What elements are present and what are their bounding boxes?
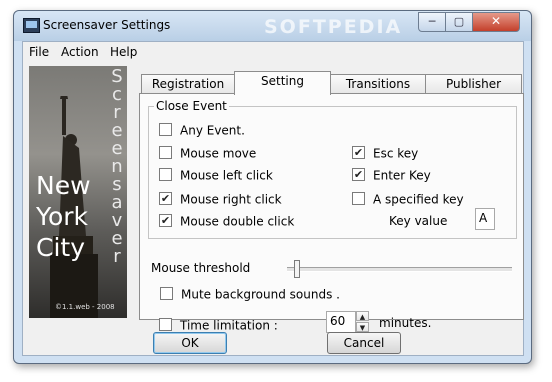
checkbox-box[interactable] (159, 123, 172, 136)
menu-help[interactable]: Help (110, 45, 137, 59)
setting-panel: Close Event Any Event. Mouse move Mouse … (139, 93, 524, 320)
spin-up-button[interactable]: ▲ (356, 311, 369, 321)
client-area: File Action Help S c r e e n s a v e r N… (22, 41, 524, 356)
menu-bar: File Action Help (23, 42, 523, 62)
close-button[interactable]: ✕ (472, 12, 520, 32)
menu-action[interactable]: Action (61, 45, 99, 59)
specified-key-checkbox[interactable]: A specified key (352, 192, 464, 207)
enter-key-checkbox[interactable]: ✔ Enter Key (352, 168, 431, 183)
mouse-right-click-checkbox[interactable]: ✔ Mouse right click (159, 192, 282, 207)
minimize-button[interactable]: ─ (418, 12, 446, 32)
tab-registration[interactable]: Registration (141, 74, 235, 94)
checkbox-box[interactable]: ✔ (352, 146, 365, 159)
mouse-threshold-track[interactable] (287, 267, 512, 272)
mouse-move-checkbox[interactable]: Mouse move (159, 146, 256, 161)
checkbox-box[interactable] (159, 168, 172, 181)
mouse-left-click-checkbox[interactable]: Mouse left click (159, 168, 273, 183)
mouse-double-click-checkbox[interactable]: ✔ Mouse double click (159, 214, 294, 229)
settings-window: Screensaver Settings SOFTPEDIA ─ ▢ ✕ Fil… (13, 10, 532, 364)
time-limit-input[interactable]: 60 (326, 311, 356, 333)
key-value-label: Key value (389, 214, 448, 228)
mouse-threshold-label: Mouse threshold (151, 261, 251, 275)
checkbox-box[interactable]: ✔ (159, 214, 172, 227)
tab-publisher[interactable]: Publisher (425, 74, 522, 94)
esc-key-checkbox[interactable]: ✔ Esc key (352, 146, 418, 161)
tab-setting[interactable]: Setting (234, 71, 331, 95)
mute-sounds-checkbox[interactable]: Mute background sounds . (160, 287, 340, 302)
new-york-image: S c r e e n s a v e r New York City ©1.1… (29, 66, 127, 318)
maximize-button[interactable]: ▢ (445, 12, 473, 32)
checkbox-box[interactable] (352, 192, 365, 205)
checkbox-box[interactable]: ✔ (159, 192, 172, 205)
time-limitation-checkbox[interactable]: Time limitation : (159, 318, 278, 333)
mouse-threshold-slider[interactable] (294, 260, 300, 278)
minutes-label: minutes. (379, 316, 432, 330)
checkbox-box[interactable] (160, 287, 173, 300)
monitor-icon (23, 18, 40, 33)
checkbox-box[interactable]: ✔ (352, 168, 365, 181)
menu-file[interactable]: File (29, 45, 49, 59)
cancel-button[interactable]: Cancel (327, 332, 401, 354)
checkbox-box[interactable] (159, 146, 172, 159)
close-event-group: Close Event Any Event. Mouse move Mouse … (148, 99, 517, 239)
ok-button[interactable]: OK (153, 332, 227, 354)
tab-transitions[interactable]: Transitions (330, 74, 426, 94)
screensaver-vertical-text: S c r e e n s a v e r (111, 66, 123, 267)
any-event-checkbox[interactable]: Any Event. (159, 123, 245, 138)
checkbox-box[interactable] (159, 318, 172, 331)
softpedia-watermark: SOFTPEDIA (264, 16, 403, 38)
window-title: Screensaver Settings (43, 18, 171, 32)
close-event-title: Close Event (154, 99, 229, 113)
copyright-text: ©1.1.web - 2008 (55, 303, 115, 311)
title-bar[interactable]: Screensaver Settings SOFTPEDIA ─ ▢ ✕ (14, 11, 531, 41)
spin-down-button[interactable]: ▼ (356, 322, 369, 332)
city-caption: New York City (36, 171, 91, 262)
key-value-input[interactable]: A (475, 208, 495, 230)
